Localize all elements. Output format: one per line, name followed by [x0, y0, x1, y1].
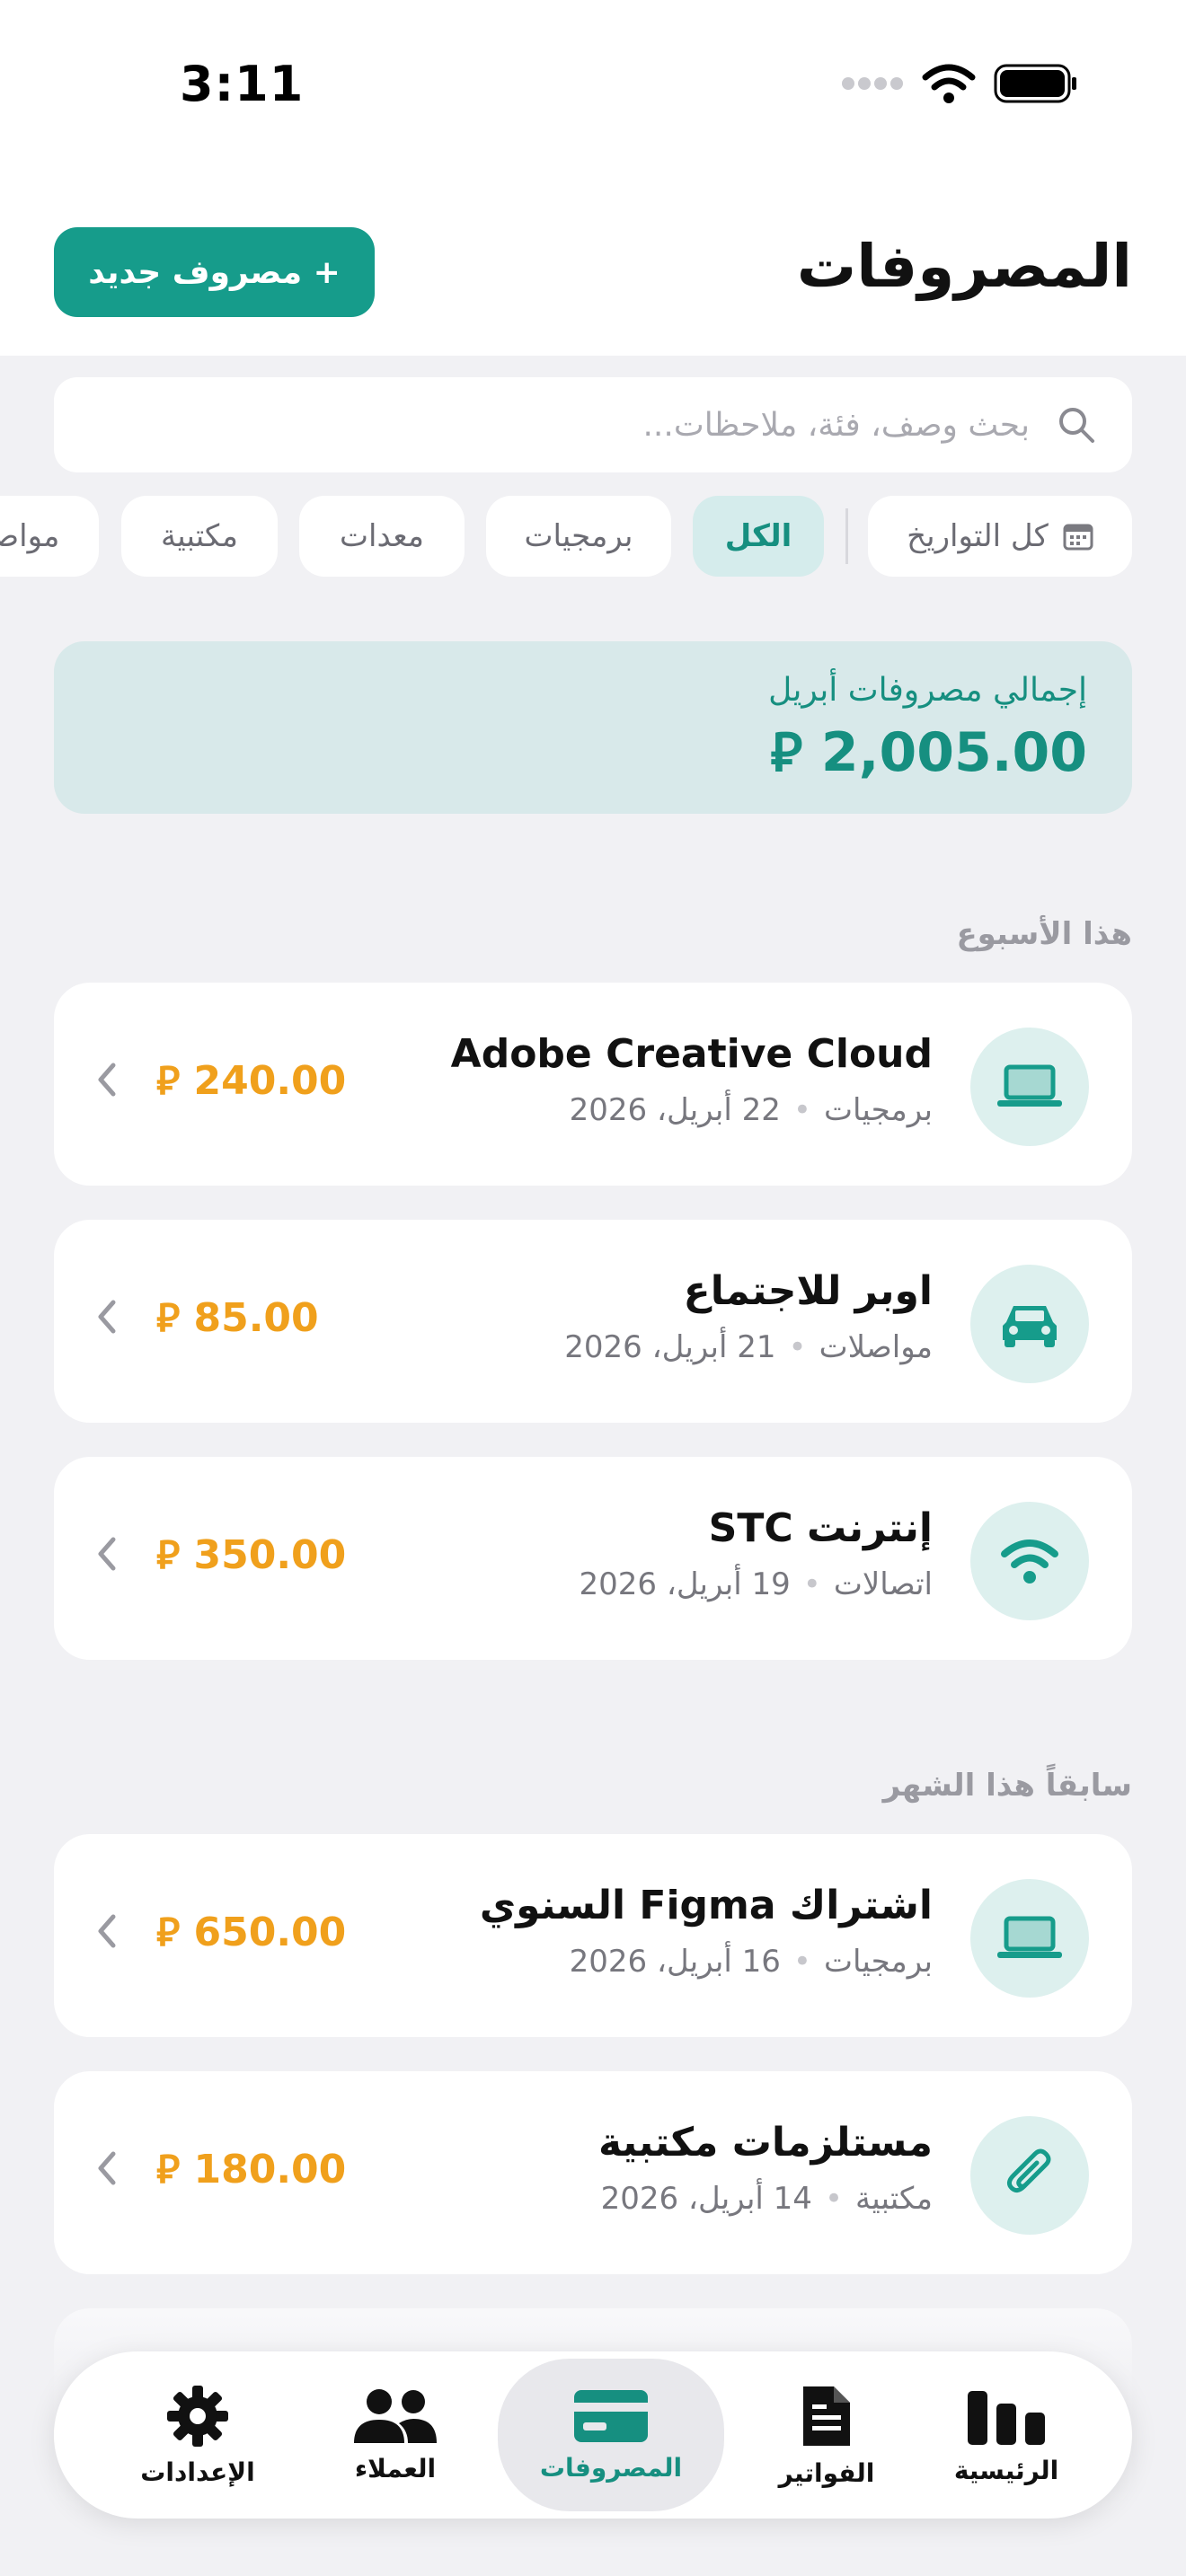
expense-card[interactable]: Adobe Creative Cloud برمجيات•22 أبريل، 2…	[54, 983, 1132, 1186]
expense-meta: برمجيات•16 أبريل، 2026	[569, 1944, 933, 1980]
nav-settings-label: الإعدادات	[140, 2457, 255, 2487]
page-title: المصروفات	[796, 232, 1132, 301]
expense-amount-value: 350.00	[193, 1532, 347, 1578]
expense-name: اوبر للاجتماع	[683, 1268, 933, 1314]
expense-date: 14 أبريل، 2026	[600, 2181, 812, 2217]
expense-amount: ⃁ 240.00	[156, 1054, 346, 1106]
currency-symbol: ⃁	[156, 1910, 181, 1955]
date-filter-chip[interactable]: كل التواريخ	[868, 496, 1132, 577]
expenses-screen: 3:11 المصروفات + مصروف جديد بحث وصف، فئة…	[0, 0, 1186, 2576]
search-input[interactable]: بحث وصف، فئة، ملاحظات...	[54, 377, 1132, 472]
expense-amount-value: 240.00	[193, 1058, 347, 1104]
expense-card[interactable]: مستلزمات مكتبية مكتبية•14 أبريل، 2026 ⃁ …	[54, 2071, 1132, 2274]
currency-symbol: ⃁	[156, 1058, 181, 1104]
search-placeholder: بحث وصف، فئة، ملاحظات...	[642, 406, 1030, 444]
nav-expenses[interactable]: المصروفات	[498, 2359, 724, 2511]
new-expense-button[interactable]: + مصروف جديد	[54, 227, 375, 317]
section-title-earlier-this-month: سابقاً هذا الشهر	[882, 1768, 1132, 1804]
expense-name: اشتراك Figma السنوي	[479, 1883, 933, 1928]
expense-amount: ⃁ 650.00	[156, 1906, 346, 1957]
laptop-icon	[970, 1879, 1089, 1998]
chip-transport[interactable]: مواصلات	[0, 496, 99, 577]
expense-date: 22 أبريل، 2026	[569, 1092, 781, 1128]
chevron-left-icon	[98, 2151, 116, 2185]
status-time: 3:11	[180, 56, 305, 112]
wifi-status-icon	[922, 64, 976, 103]
expense-category: مواصلات	[819, 1329, 933, 1365]
expense-name: Adobe Creative Cloud	[450, 1031, 933, 1077]
expense-amount-value: 85.00	[193, 1295, 319, 1341]
currency-symbol: ⃁	[156, 1295, 181, 1341]
date-filter-label: كل التواريخ	[907, 518, 1049, 554]
chevron-left-icon	[98, 1537, 116, 1571]
nav-home-label: الرئيسية	[953, 2455, 1059, 2485]
expense-amount: ⃁ 180.00	[156, 2143, 346, 2194]
expense-meta: اتصالات•19 أبريل، 2026	[579, 1566, 934, 1602]
chevron-left-icon	[98, 1914, 116, 1948]
calendar-icon	[1063, 524, 1093, 551]
expense-meta: مكتبية•14 أبريل، 2026	[600, 2181, 933, 2217]
paperclip-icon	[970, 2116, 1089, 2235]
expense-meta: برمجيات•22 أبريل، 2026	[569, 1092, 933, 1128]
expense-amount-value: 650.00	[193, 1910, 347, 1955]
bottom-navigation: الرئيسية الفواتير المصروفات العملاء الإع…	[54, 2351, 1132, 2519]
expense-date: 21 أبريل، 2026	[564, 1329, 776, 1365]
total-label: إجمالي مصروفات أبريل	[768, 672, 1087, 709]
currency-symbol: ⃁	[156, 1532, 181, 1578]
expense-date: 19 أبريل، 2026	[579, 1566, 791, 1602]
expense-date: 16 أبريل، 2026	[569, 1944, 781, 1980]
expense-category: برمجيات	[823, 1092, 933, 1128]
expense-amount-value: 180.00	[193, 2147, 347, 2192]
total-amount: ⃁ 2,005.00	[99, 716, 1087, 786]
chevron-left-icon	[98, 1063, 116, 1097]
chart-bars-icon	[968, 2390, 1045, 2445]
search-icon	[1059, 408, 1094, 443]
battery-icon	[994, 64, 1076, 103]
nav-invoices[interactable]: الفواتير	[737, 2351, 916, 2519]
chevron-left-icon	[98, 1300, 116, 1334]
currency-symbol: ⃁	[770, 721, 803, 784]
expense-category: برمجيات	[823, 1944, 933, 1980]
car-icon	[970, 1265, 1089, 1383]
chip-office[interactable]: مكتبية	[121, 496, 278, 577]
expense-name: إنترنت STC	[708, 1505, 933, 1551]
credit-card-icon	[574, 2389, 648, 2442]
chip-divider	[845, 508, 848, 564]
nav-invoices-label: الفواتير	[778, 2457, 875, 2488]
chip-all[interactable]: الكل	[693, 496, 824, 577]
expense-category: مكتبية	[855, 2181, 933, 2217]
expense-amount: ⃁ 350.00	[156, 1529, 346, 1580]
filter-chips: كل التواريخ الكل برمجيات معدات مكتبية مو…	[0, 496, 1186, 577]
expense-amount: ⃁ 85.00	[156, 1292, 319, 1343]
monthly-total-card: إجمالي مصروفات أبريل ⃁ 2,005.00	[54, 641, 1132, 814]
document-icon	[803, 2386, 850, 2446]
total-value: 2,005.00	[820, 721, 1087, 784]
status-icons	[841, 63, 1078, 104]
chip-equipment[interactable]: معدات	[299, 496, 465, 577]
nav-expenses-label: المصروفات	[539, 2452, 683, 2483]
expense-card[interactable]: اشتراك Figma السنوي برمجيات•16 أبريل، 20…	[54, 1834, 1132, 2037]
expense-card[interactable]: إنترنت STC اتصالات•19 أبريل، 2026 ⃁ 350.…	[54, 1457, 1132, 1660]
expense-category: اتصالات	[833, 1566, 933, 1602]
nav-settings[interactable]: الإعدادات	[108, 2351, 288, 2519]
nav-clients-label: العملاء	[354, 2453, 437, 2483]
expense-name: مستلزمات مكتبية	[597, 2120, 933, 2166]
nav-clients[interactable]: العملاء	[305, 2351, 485, 2519]
currency-symbol: ⃁	[156, 2147, 181, 2192]
expense-meta: مواصلات•21 أبريل، 2026	[564, 1329, 933, 1365]
laptop-icon	[970, 1028, 1089, 1146]
section-title-this-week: هذا الأسبوع	[956, 916, 1132, 952]
chip-software[interactable]: برمجيات	[486, 496, 671, 577]
expense-card[interactable]: اوبر للاجتماع مواصلات•21 أبريل، 2026 ⃁ 8…	[54, 1220, 1132, 1423]
wifi-icon	[970, 1502, 1089, 1620]
gear-icon	[167, 2385, 228, 2447]
people-icon	[354, 2388, 437, 2443]
signal-icon	[842, 77, 903, 90]
nav-home[interactable]: الرئيسية	[916, 2351, 1096, 2519]
